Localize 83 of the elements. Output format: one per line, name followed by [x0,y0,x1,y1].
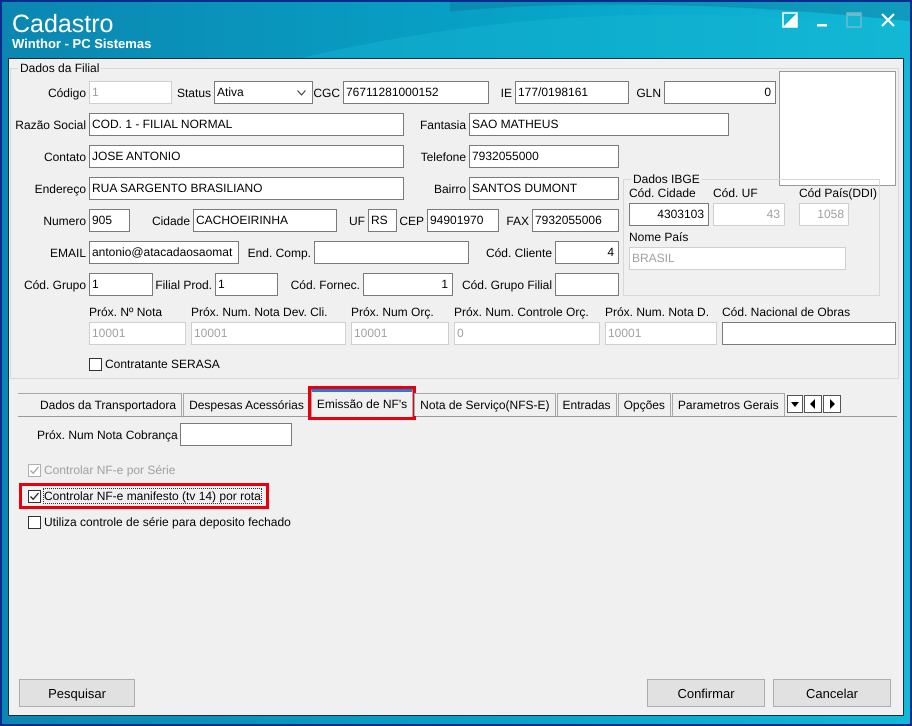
action-button[interactable]: Cancelar [773,679,891,707]
field-label: Telefone [420,150,467,164]
tab[interactable]: Despesas Acessórias [183,393,310,416]
checkbox[interactable] [28,490,41,502]
input-field[interactable]: CACHOEIRINHA [193,209,337,232]
input-field[interactable]: 76711281000152 [343,81,489,104]
tab[interactable]: Entradas [556,393,617,416]
field-label: CGC [313,86,341,100]
field-label: UF [348,214,366,228]
field-label: Cód. Grupo [22,278,87,292]
field-label: End. Comp. [246,246,312,260]
input-field[interactable]: JOSE ANTONIO [89,145,404,168]
input-field[interactable] [555,273,619,296]
checkbox-label: Controlar NF-e manifesto (tv 14) por rota [44,489,261,503]
field-label: Próx. Num. Controle Orç. [454,305,590,320]
checkbox-label: Contratante SERASA [105,357,220,371]
contrast-icon[interactable] [782,12,798,28]
search-button[interactable]: Pesquisar [19,679,135,707]
field-label: Contato [42,150,87,164]
field-label: CEP [398,214,425,228]
tab[interactable]: Opções [618,393,671,416]
input-field[interactable]: 4303103 [629,203,709,226]
action-button[interactable]: Confirmar [647,679,765,707]
input-field[interactable] [314,241,469,264]
checkbox[interactable] [89,358,102,370]
tab[interactable]: Parametros Gerais [672,393,785,416]
field-label: Próx. Num Nota Cobrança [36,428,179,442]
field-label: IE [500,86,513,100]
input-field[interactable] [722,322,896,345]
input-field[interactable]: 1 [363,273,453,296]
field-label: Próx. Num. Nota D. [605,305,710,320]
checkbox-label: Utiliza controle de série para deposito fechado [44,515,291,529]
field-label: Filial Prod. [154,278,213,292]
field-label: Cidade [150,214,191,228]
field-label: GLN [635,86,662,100]
tab[interactable]: Emissão de NF's [310,389,414,417]
input-field[interactable]: 177/0198161 [515,81,629,104]
field-label: Próx. Num. Nota Dev. Cli. [191,305,328,320]
field-label: Cód. Cliente [484,246,553,260]
field-label: Cód. Cidade [629,186,697,201]
field-label: FAX [505,214,530,228]
checkbox[interactable] [28,516,41,528]
chevron-down-icon [297,90,306,96]
input-field[interactable]: SAO MATHEUS [469,113,729,136]
field-label: Cód. UF [713,186,759,201]
input-field[interactable]: antonio@atacadaosaomat [89,241,239,264]
input-field[interactable]: 0 [664,81,776,104]
input-field[interactable]: SANTOS DUMONT [469,177,619,200]
field-label: Bairro [432,182,467,196]
field-label: Cód País(DDI) [799,186,878,201]
tab[interactable]: Dados da Transportadora [18,393,182,416]
field-label: Status [176,86,212,100]
field-label: Nome País [629,230,690,245]
input-field[interactable] [180,423,292,446]
field-label: Numero [42,214,87,228]
group-title: Dados IBGE [632,172,701,186]
input-field[interactable]: 905 [89,209,130,232]
field-label: EMAIL [48,246,87,260]
input-field[interactable]: COD. 1 - FILIAL NORMAL [89,113,404,136]
field-label: Fantasia [418,118,467,132]
field-label: Cód. Grupo Filial [460,278,553,292]
field-label: Cód. Nacional de Obras [722,305,852,320]
checkbox-label: Controlar NF-e por Série [44,463,176,477]
input-field[interactable]: 1 [89,273,153,296]
field-label: Endereço [34,182,87,196]
input-field[interactable]: 7932055000 [469,145,619,168]
input-field[interactable]: 4 [555,241,619,264]
input-field[interactable]: 94901970 [427,209,499,232]
window-title: Cadastro [12,11,114,37]
field-label: Próx. Nº Nota [89,305,164,320]
tab[interactable]: Nota de Serviço(NFS-E) [414,393,556,416]
input-field[interactable]: RS [368,209,397,232]
field-label: Cód. Fornec. [290,278,361,292]
field-label: Código [46,86,87,100]
input-field[interactable]: 7932055006 [532,209,619,232]
input-field[interactable]: RUA SARGENTO BRASILIANO [89,177,404,200]
field-label: Próx. Num Orç. [351,305,435,320]
window-subtitle: Winthor - PC Sistemas [12,37,152,50]
field-label: Razão Social [14,118,87,132]
group-title: Dados da Filial [19,61,100,75]
input-field[interactable]: 1 [215,273,278,296]
close-icon[interactable] [880,12,896,28]
status-dropdown[interactable]: Ativa [214,81,313,104]
